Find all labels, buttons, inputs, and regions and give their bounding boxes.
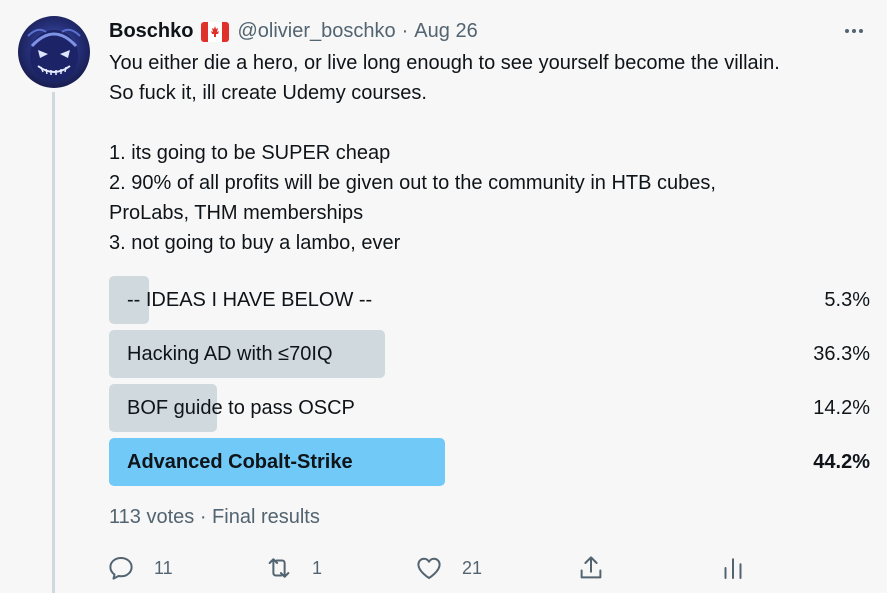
tweet-header: Boschko @olivier_boschko · Aug 26 (109, 16, 478, 46)
like-count: 21 (462, 557, 483, 578)
share-icon (580, 556, 602, 579)
poll-option[interactable]: Hacking AD with ≤70IQ 36.3% (109, 330, 870, 378)
retweet-button[interactable]: 1 (264, 550, 322, 586)
more-options-icon[interactable] (841, 18, 867, 44)
tweet-actions: 11 1 21 (106, 550, 766, 586)
poll: -- IDEAS I HAVE BELOW -- 5.3% Hacking AD… (109, 276, 870, 492)
poll-option-label: BOF guide to pass OSCP (127, 397, 355, 419)
poll-option-percent: 5.3% (824, 289, 870, 311)
share-button[interactable] (576, 550, 606, 586)
thread-line (52, 92, 55, 593)
display-name[interactable]: Boschko (109, 20, 193, 43)
poll-vote-count: 113 votes (109, 506, 195, 528)
poll-status: Final results (212, 506, 320, 528)
poll-option-winner[interactable]: Advanced Cobalt-Strike 44.2% (109, 438, 870, 486)
analytics-icon (724, 558, 742, 579)
reply-count: 11 (154, 557, 173, 578)
heart-icon (417, 557, 441, 579)
retweet-count: 1 (312, 557, 323, 578)
poll-option-percent: 36.3% (813, 343, 870, 365)
header-separator: · (401, 19, 409, 42)
canada-flag-icon (201, 22, 230, 42)
poll-option-label: Advanced Cobalt-Strike (127, 451, 353, 473)
retweet-icon (268, 558, 290, 578)
avatar-image (27, 28, 81, 82)
analytics-button[interactable] (718, 550, 748, 586)
poll-option-label: -- IDEAS I HAVE BELOW -- (127, 289, 373, 311)
poll-meta: 113 votes · Final results (109, 506, 320, 529)
poll-option-percent: 14.2% (813, 397, 870, 419)
poll-option[interactable]: -- IDEAS I HAVE BELOW -- 5.3% (109, 276, 870, 324)
reply-icon (109, 557, 133, 580)
tweet: Boschko @olivier_boschko · Aug 26 You ei… (0, 0, 887, 593)
reply-button[interactable]: 11 (106, 550, 173, 586)
avatar[interactable] (18, 16, 90, 88)
user-handle[interactable]: @olivier_boschko (237, 20, 395, 43)
poll-option-label: Hacking AD with ≤70IQ (127, 343, 333, 365)
poll-meta-separator: · (199, 506, 207, 528)
tweet-date[interactable]: Aug 26 (414, 20, 477, 43)
like-button[interactable]: 21 (414, 550, 482, 586)
tweet-text: You either die a hero, or live long enou… (109, 52, 780, 254)
poll-option-percent: 44.2% (813, 451, 870, 473)
poll-option[interactable]: BOF guide to pass OSCP 14.2% (109, 384, 870, 432)
